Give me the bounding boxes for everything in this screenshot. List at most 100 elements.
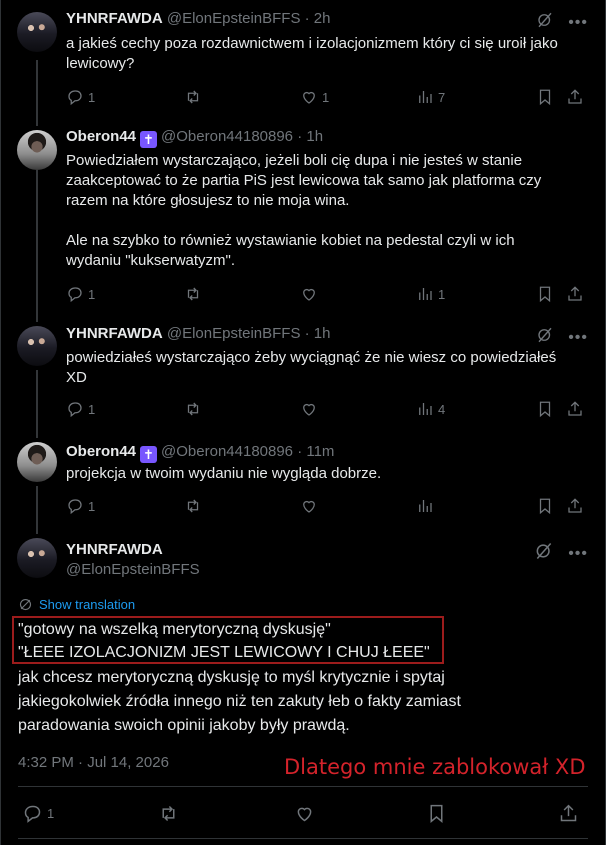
author-name[interactable]: YHNRFAWDA [66, 540, 163, 560]
bookmark-button[interactable] [426, 802, 447, 824]
author-name[interactable]: Oberon44 [66, 443, 136, 460]
cross-badge-icon: ✝ [140, 446, 158, 463]
tweet-actions: 1 [60, 495, 590, 517]
author-handle[interactable]: @ElonEpsteinBFFS [167, 10, 301, 27]
reply-icon [68, 402, 82, 418]
share-icon [560, 804, 577, 821]
like-button[interactable] [300, 495, 322, 517]
bookmark-button[interactable] [536, 398, 554, 420]
reply-icon [68, 287, 82, 303]
bookmark-button[interactable] [536, 283, 554, 305]
share-button[interactable] [566, 283, 584, 305]
author-name[interactable]: YHNRFAWDA [66, 10, 163, 27]
repost-button[interactable] [184, 283, 206, 305]
tweet-text: powiedziałeś wystarczająco żeby wyciągną… [66, 349, 557, 386]
share-button[interactable] [566, 398, 584, 420]
share-button[interactable] [558, 802, 579, 824]
views-button[interactable]: 4 [416, 398, 445, 420]
like-button[interactable]: 1 [300, 86, 329, 108]
reply-button[interactable]: 1 [22, 802, 54, 824]
avatar[interactable] [17, 12, 57, 52]
author-handle[interactable]: @Oberon44180896 [161, 128, 293, 145]
grok-icon[interactable] [536, 326, 554, 349]
views-icon [419, 500, 432, 512]
repost-button[interactable] [184, 86, 206, 108]
reply-button[interactable]: 1 [66, 495, 95, 517]
reply-button[interactable]: 1 [66, 398, 95, 420]
more-icon[interactable]: ••• [568, 545, 588, 563]
author-handle[interactable]: @ElonEpsteinBFFS [66, 560, 200, 580]
tweet-text-line: jakiegokolwiek źródła innego niż ten zak… [18, 693, 461, 710]
bookmark-icon [539, 286, 551, 303]
tweet-time[interactable]: · 2h [305, 10, 331, 27]
divider [18, 838, 588, 839]
grok-icon[interactable] [536, 11, 554, 34]
views-button[interactable]: 1 [416, 283, 445, 305]
tweet-time[interactable]: · 11m [297, 443, 334, 460]
share-icon [568, 89, 582, 104]
more-icon[interactable]: ••• [568, 329, 588, 347]
bookmark-button[interactable] [536, 86, 554, 108]
share-icon [568, 286, 582, 301]
like-button[interactable] [300, 283, 322, 305]
like-icon [297, 807, 312, 821]
tweet-top-actions: ••• [534, 541, 588, 566]
tweet-text: a jakieś cechy poza rozdawnictwem i izol… [66, 35, 558, 72]
reply-tweet[interactable]: Oberon44 ✝ @Oberon44180896 · 11m projekcja… [0, 438, 606, 534]
avatar[interactable] [17, 442, 57, 482]
tweet-time[interactable]: · 1h [305, 325, 331, 342]
share-icon [568, 498, 582, 513]
repost-button[interactable] [184, 398, 206, 420]
author-name[interactable]: YHNRFAWDA [66, 325, 163, 342]
translate-icon [19, 598, 32, 611]
avatar[interactable] [17, 326, 57, 366]
reply-icon [68, 499, 82, 515]
views-button[interactable] [416, 495, 438, 517]
tweet-actions: 1 1 [60, 283, 590, 305]
tweet-top-actions: ••• [536, 11, 588, 34]
tweet-time[interactable]: · 1h [297, 128, 323, 145]
more-icon[interactable]: ••• [568, 14, 588, 32]
reply-tweet[interactable]: YHNRFAWDA @ElonEpsteinBFFS · 2h ••• a ja… [0, 0, 606, 126]
repost-icon [187, 402, 199, 416]
tweet-text: Powiedziałem wystarczająco, jeżeli boli … [66, 152, 542, 269]
reply-count: 1 [88, 89, 96, 105]
tweet-header: Oberon44 ✝ @Oberon44180896 · 11m [66, 442, 334, 463]
views-button[interactable]: 7 [416, 86, 445, 108]
reply-tweet[interactable]: YHNRFAWDA @ElonEpsteinBFFS · 1h ••• powi… [0, 322, 606, 438]
reply-button[interactable]: 1 [66, 86, 95, 108]
share-button[interactable] [566, 495, 584, 517]
tweet-top-actions: ••• [536, 326, 588, 349]
divider [18, 786, 588, 787]
tweet-text-line: paradowania swoich opinii jakoby były pr… [18, 717, 350, 734]
tweet-text-line: "ŁEEE IZOLACJONIZM JEST LEWICOWY I CHUJ … [18, 644, 430, 661]
show-translation-label: Show translation [39, 597, 136, 612]
repost-button[interactable] [184, 495, 206, 517]
bookmark-button[interactable] [536, 495, 554, 517]
tweet-actions: 1 1 7 [60, 86, 590, 108]
like-button[interactable] [300, 398, 322, 420]
views-icon [419, 91, 432, 103]
reply-tweet[interactable]: Oberon44 ✝ @Oberon44180896 · 1h Powiedział… [0, 126, 606, 322]
reply-button[interactable]: 1 [66, 283, 95, 305]
reply-count: 1 [88, 401, 96, 417]
repost-icon [187, 90, 199, 104]
author-name[interactable]: Oberon44 [66, 128, 136, 145]
repost-button[interactable] [158, 802, 179, 824]
share-icon [568, 401, 582, 416]
like-button[interactable] [294, 802, 315, 824]
show-translation-link[interactable]: Show translation [18, 597, 135, 612]
tweet-text: projekcja w twoim wydaniu nie wygląda do… [66, 465, 382, 482]
main-tweet-actions: 1 [18, 802, 588, 826]
tweet-timestamp[interactable]: 4:32 PM · Jul 14, 2026 [18, 754, 169, 771]
avatar[interactable] [17, 130, 57, 170]
author-handle[interactable]: @Oberon44180896 [161, 443, 293, 460]
reply-icon [24, 805, 41, 823]
avatar[interactable] [17, 538, 57, 578]
author-handle[interactable]: @ElonEpsteinBFFS [167, 325, 301, 342]
repost-icon [187, 287, 199, 301]
bookmark-icon [430, 804, 443, 823]
share-button[interactable] [566, 86, 584, 108]
grok-icon[interactable] [534, 541, 554, 566]
tweet-header: YHNRFAWDA @ElonEpsteinBFFS · 2h [66, 9, 331, 29]
